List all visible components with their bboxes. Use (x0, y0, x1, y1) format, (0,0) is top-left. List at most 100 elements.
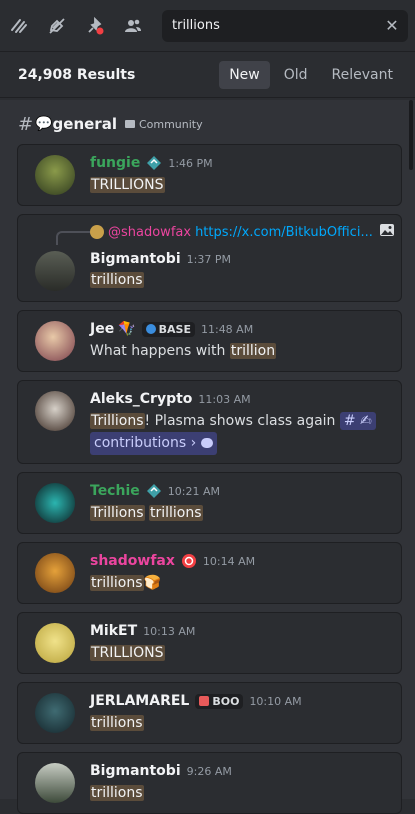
channel-mention[interactable]: contributions › (90, 432, 217, 455)
pins-icon[interactable] (82, 13, 108, 39)
message-text: trillions🍞 (90, 573, 161, 594)
highlight: trillions (90, 272, 144, 288)
channel-emoji-chip[interactable]: # ✍ (339, 412, 376, 430)
author-name[interactable]: Techie (90, 483, 140, 499)
timestamp: 10:10 AM (249, 694, 302, 708)
category-label: Community (138, 117, 203, 131)
avatar[interactable] (35, 483, 75, 523)
message-text: Trillions trillions (90, 503, 203, 524)
channel-mention-label: contributions (94, 435, 187, 451)
message-text: TRILLIONS (90, 175, 165, 196)
sort-old-tab[interactable]: Old (274, 61, 318, 89)
search-result-message[interactable]: MikET 10:13 AM TRILLIONS (17, 612, 402, 674)
avatar[interactable] (35, 553, 75, 593)
search-result-message[interactable]: Techie 10:21 AM Trillions trillions (17, 472, 402, 534)
top-toolbar: ✕ (0, 0, 415, 52)
sort-new-tab[interactable]: New (219, 60, 270, 89)
results-count: 24,908 Results (18, 66, 136, 83)
message-text: trillions (90, 783, 144, 804)
highlight: Trillions (90, 413, 145, 429)
channel-name: general (52, 115, 117, 133)
author-name[interactable]: Aleks_Crypto (90, 391, 192, 407)
search-result-message[interactable]: shadowfax 10:14 AM trillions🍞 (17, 542, 402, 604)
author-name[interactable]: JERLAMAREL (90, 693, 189, 709)
highlight: trillions (90, 575, 144, 591)
avatar[interactable] (35, 693, 75, 733)
scrollbar-thumb[interactable] (409, 100, 413, 170)
threads-icon[interactable] (6, 13, 32, 39)
highlight: trillion (229, 343, 277, 359)
author-emoji: 🪁 (118, 321, 136, 337)
highlight: trillions (90, 715, 144, 731)
avatar[interactable] (35, 763, 75, 803)
author-name[interactable]: shadowfax (90, 553, 175, 569)
search-result-message[interactable]: Jee 🪁 BASE 11:48 AM What happens with tr… (17, 310, 402, 372)
highlight: trillions (149, 505, 203, 521)
avatar[interactable] (35, 623, 75, 663)
channel-hash-icon: # (18, 113, 34, 135)
message-text: trillions (90, 713, 144, 734)
guild-tag-label: BASE (158, 322, 191, 336)
author-name[interactable]: Jee (90, 321, 114, 337)
record-badge-icon (181, 553, 197, 569)
search-result-message[interactable]: Bigmantobi 9:26 AM trillions (17, 752, 402, 814)
reply-mention[interactable]: @shadowfax (108, 225, 191, 240)
text-segment: What happens with (90, 343, 230, 359)
sort-relevant-tab[interactable]: Relevant (322, 61, 403, 89)
highlight: TRILLIONS (90, 645, 165, 661)
members-icon[interactable] (120, 13, 146, 39)
author-name[interactable]: fungie (90, 155, 140, 171)
message-text: What happens with trillion (90, 341, 277, 362)
timestamp: 1:37 PM (186, 252, 231, 266)
base-tag-icon (145, 324, 156, 334)
search-result-message[interactable]: @shadowfax https://x.com/BitkubOffici...… (17, 214, 402, 302)
timestamp: 11:48 AM (200, 322, 254, 336)
avatar[interactable] (35, 155, 75, 195)
guild-tag[interactable]: BOO (195, 693, 244, 709)
avatar[interactable] (35, 321, 75, 361)
image-icon (379, 223, 395, 241)
message-text: trillions (90, 270, 144, 291)
timestamp: 9:26 AM (186, 764, 232, 778)
channel-emoji: 💬 (35, 116, 53, 132)
reply-connector (56, 231, 90, 245)
server-badge-icon (146, 155, 162, 171)
search-box[interactable]: ✕ (162, 9, 408, 42)
highlight: TRILLIONS (90, 177, 165, 193)
author-name[interactable]: MikET (90, 623, 137, 639)
guild-tag[interactable]: BASE (141, 321, 195, 337)
author-name[interactable]: Bigmantobi (90, 251, 181, 267)
search-result-message[interactable]: JERLAMAREL BOO 10:10 AM trillions (17, 682, 402, 744)
avatar[interactable] (35, 391, 75, 431)
clear-search-icon[interactable]: ✕ (384, 16, 400, 35)
reply-link[interactable]: https://x.com/BitkubOffici... (195, 225, 373, 240)
folder-icon (124, 120, 135, 128)
timestamp: 10:13 AM (143, 624, 196, 638)
message-text: Trillions! Plasma shows class again # ✍ c… (90, 411, 390, 455)
timestamp: 10:14 AM (202, 554, 256, 568)
channel-header[interactable]: # 💬 general Community (0, 100, 415, 148)
message-text: TRILLIONS (90, 643, 165, 664)
results-header: 24,908 Results New Old Relevant (0, 52, 415, 98)
search-result-message[interactable]: Aleks_Crypto 11:03 AM Trillions! Plasma … (17, 380, 402, 464)
search-input[interactable] (170, 17, 384, 34)
author-name[interactable]: Bigmantobi (90, 763, 181, 779)
timestamp: 1:46 PM (168, 156, 213, 170)
boo-tag-icon (199, 696, 210, 706)
mute-icon[interactable] (44, 13, 70, 39)
sort-tabs: New Old Relevant (219, 60, 403, 89)
reply-avatar (90, 225, 104, 239)
avatar[interactable] (35, 251, 75, 291)
timestamp: 11:03 AM (198, 392, 251, 406)
channel-category: Community (124, 117, 203, 131)
emoji: 🍞 (143, 575, 161, 591)
text-segment: ! Plasma shows class again (144, 413, 340, 429)
results-list[interactable]: # 💬 general Community fungie 1:46 PM TRI… (0, 100, 415, 814)
reply-preview[interactable]: @shadowfax https://x.com/BitkubOffici... (90, 223, 395, 241)
thread-bubble-icon (200, 438, 213, 448)
server-badge-icon (146, 483, 162, 499)
search-result-message[interactable]: fungie 1:46 PM TRILLIONS (17, 144, 402, 206)
highlight: Trillions (90, 505, 145, 521)
guild-tag-label: BOO (212, 694, 240, 708)
timestamp: 10:21 AM (167, 484, 220, 498)
